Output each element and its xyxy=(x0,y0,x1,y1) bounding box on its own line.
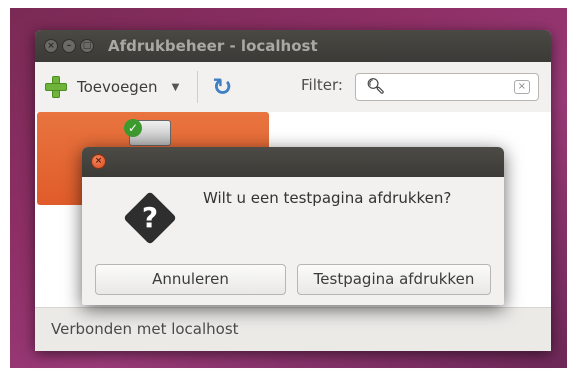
filter-label: Filter: xyxy=(301,76,343,94)
question-icon: ? xyxy=(122,190,178,246)
toolbar-separator xyxy=(197,71,199,103)
test-page-dialog: × ? Wilt u een testpagina afdrukken? Ann… xyxy=(82,147,504,305)
filter-search-input[interactable]: 🔍︎ × xyxy=(355,73,539,101)
toolbar: Toevoegen ▼ ↻ Filter: 🔍︎ × xyxy=(35,62,551,113)
add-printer-label: Toevoegen xyxy=(77,78,158,96)
cancel-button[interactable]: Annuleren xyxy=(95,264,286,295)
refresh-icon[interactable]: ↻ xyxy=(212,73,232,101)
connection-status: Verbonden met localhost xyxy=(51,320,239,338)
checkmark-icon: ✓ xyxy=(124,119,142,137)
add-printer-button[interactable]: Toevoegen ▼ xyxy=(45,76,179,98)
dialog-message: Wilt u een testpagina afdrukken? xyxy=(203,189,452,207)
window-close-icon[interactable]: × xyxy=(44,39,58,53)
printer-icon: ✓ xyxy=(124,119,171,146)
window-minimize-icon[interactable]: – xyxy=(62,39,76,53)
print-test-page-button[interactable]: Testpagina afdrukken xyxy=(297,264,491,295)
window-maximize-icon[interactable]: □ xyxy=(80,39,94,53)
clear-icon[interactable]: × xyxy=(513,80,530,94)
close-icon[interactable]: × xyxy=(91,154,106,169)
plus-icon xyxy=(45,76,67,98)
magnifier-icon: 🔍︎ xyxy=(366,77,386,95)
window-title: Afdrukbeheer - localhost xyxy=(108,37,318,55)
status-bar: Verbonden met localhost xyxy=(35,307,551,351)
window-titlebar[interactable]: × – □ Afdrukbeheer - localhost xyxy=(35,30,551,62)
chevron-down-icon[interactable]: ▼ xyxy=(172,82,180,93)
dialog-titlebar[interactable]: × xyxy=(82,147,504,177)
